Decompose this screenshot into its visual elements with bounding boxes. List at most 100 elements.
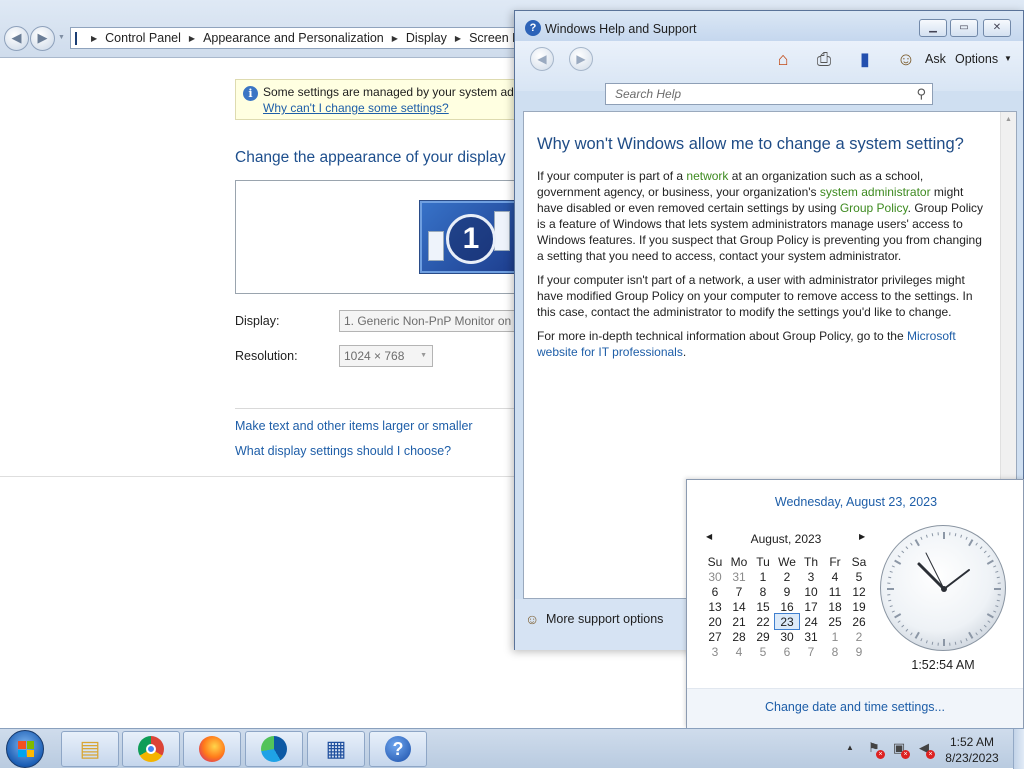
calendar-day[interactable]: 6 <box>775 644 799 659</box>
ask-icon[interactable]: ☺ <box>894 47 918 71</box>
home-icon[interactable]: ⌂ <box>771 47 795 71</box>
monitor-preview[interactable]: 1 <box>420 201 520 273</box>
maximize-button[interactable]: ▭ <box>950 19 978 37</box>
control-panel-taskbar-button[interactable]: ▦ <box>307 731 365 767</box>
calendar-day[interactable]: 31 <box>727 569 751 584</box>
chevron-left-icon[interactable]: ◀ <box>706 532 712 541</box>
forward-button[interactable]: ▶ <box>30 26 55 51</box>
close-button[interactable]: ✕ <box>983 19 1011 37</box>
calendar-flyout: Wednesday, August 23, 2023 ◀ August, 202… <box>686 479 1024 728</box>
start-button[interactable] <box>6 730 44 768</box>
show-hidden-icons-icon[interactable]: ▲ <box>846 743 854 752</box>
calendar-day[interactable]: 12 <box>847 584 871 599</box>
calendar-day[interactable]: 3 <box>799 569 823 584</box>
resolution-select[interactable]: 1024 × 768 ▼ <box>339 345 433 367</box>
search-icon[interactable]: ⚲ <box>916 86 926 102</box>
calendar-day[interactable]: 29 <box>751 629 775 644</box>
group-policy-glossary-link[interactable]: Group Policy <box>840 201 908 215</box>
calendar-day[interactable]: 14 <box>727 599 751 614</box>
calendar-day[interactable]: 25 <box>823 614 847 629</box>
calendar-day[interactable]: 7 <box>799 644 823 659</box>
more-support-button[interactable]: More support options <box>546 612 663 626</box>
scroll-up-icon[interactable]: ▲ <box>1005 116 1012 123</box>
calendar-grid: SuMoTuWeThFrSa 3031123456789101112131415… <box>703 554 871 659</box>
calendar-day[interactable]: 13 <box>703 599 727 614</box>
calendar-day[interactable]: 19 <box>847 599 871 614</box>
calendar-day[interactable]: 2 <box>847 629 871 644</box>
help-taskbar-button[interactable]: ? <box>369 731 427 767</box>
chevron-right-icon[interactable]: ▶ <box>455 34 461 43</box>
recent-pages-icon[interactable]: ▼ <box>58 34 65 41</box>
display-settings-help-link[interactable]: What display settings should I choose? <box>235 444 451 458</box>
calendar-day[interactable]: 10 <box>799 584 823 599</box>
calendar-day[interactable]: 21 <box>727 614 751 629</box>
change-date-time-link[interactable]: Change date and time settings... <box>687 700 1023 714</box>
calendar-day[interactable]: 23 <box>775 614 799 629</box>
breadcrumb[interactable]: ▶ Control Panel ▶ Appearance and Persona… <box>70 27 530 49</box>
back-button[interactable]: ◀ <box>530 47 554 71</box>
print-icon[interactable]: ⎙ <box>812 47 836 71</box>
calendar-day[interactable]: 22 <box>751 614 775 629</box>
calendar-day[interactable]: 9 <box>847 644 871 659</box>
network-icon[interactable]: ▣× <box>891 740 907 756</box>
sysadmin-glossary-link[interactable]: system administrator <box>820 185 931 199</box>
back-button[interactable]: ◀ <box>4 26 29 51</box>
chevron-right-icon[interactable]: ▶ <box>91 34 97 43</box>
network-glossary-link[interactable]: network <box>686 169 728 183</box>
calendar-day[interactable]: 15 <box>751 599 775 614</box>
display-select[interactable]: 1. Generic Non-PnP Monitor on <box>339 310 525 332</box>
text-size-link[interactable]: Make text and other items larger or smal… <box>235 419 473 433</box>
calendar-day[interactable]: 26 <box>847 614 871 629</box>
calendar-day[interactable]: 18 <box>823 599 847 614</box>
calendar-day[interactable]: 31 <box>799 629 823 644</box>
calendar-month-title[interactable]: August, 2023 <box>726 532 846 546</box>
calendar-day[interactable]: 4 <box>823 569 847 584</box>
chevron-right-icon[interactable]: ▶ <box>392 34 398 43</box>
calendar-day[interactable]: 5 <box>847 569 871 584</box>
long-date-link[interactable]: Wednesday, August 23, 2023 <box>687 495 1024 509</box>
breadcrumb-appearance[interactable]: Appearance and Personalization <box>203 31 384 45</box>
forward-button[interactable]: ▶ <box>569 47 593 71</box>
why-cant-change-link[interactable]: Why can't I change some settings? <box>263 101 524 115</box>
clock-button[interactable]: 1:52 AM 8/23/2023 <box>940 734 1004 766</box>
calendar-day[interactable]: 8 <box>823 644 847 659</box>
file-explorer-taskbar-button[interactable]: ▤ <box>61 731 119 767</box>
calendar-day[interactable]: 30 <box>775 629 799 644</box>
minimize-button[interactable]: ▁ <box>919 19 947 37</box>
calendar-day[interactable]: 16 <box>775 599 799 614</box>
chevron-down-icon[interactable]: ▼ <box>1004 54 1012 63</box>
calendar-day[interactable]: 24 <box>799 614 823 629</box>
search-input[interactable]: Search Help ⚲ <box>605 83 933 105</box>
edge-taskbar-button[interactable] <box>245 731 303 767</box>
calendar-day[interactable]: 1 <box>823 629 847 644</box>
title-bar[interactable]: ? Windows Help and Support ▁ ▭ ✕ <box>515 11 1023 41</box>
calendar-day[interactable]: 1 <box>751 569 775 584</box>
ask-button[interactable]: Ask <box>925 52 946 66</box>
breadcrumb-control-panel[interactable]: Control Panel <box>105 31 181 45</box>
calendar-day[interactable]: 8 <box>751 584 775 599</box>
browse-help-icon[interactable]: ▮ <box>853 47 877 71</box>
calendar-day[interactable]: 27 <box>703 629 727 644</box>
chevron-right-icon[interactable]: ▶ <box>859 532 865 541</box>
action-center-icon[interactable]: ⚑× <box>866 740 882 756</box>
calendar-day[interactable]: 20 <box>703 614 727 629</box>
calendar-day[interactable]: 30 <box>703 569 727 584</box>
calendar-day[interactable]: 11 <box>823 584 847 599</box>
show-desktop-button[interactable] <box>1013 729 1024 769</box>
calendar-day[interactable]: 7 <box>727 584 751 599</box>
calendar-day[interactable]: 28 <box>727 629 751 644</box>
chrome-taskbar-button[interactable] <box>122 731 180 767</box>
options-button[interactable]: Options <box>955 52 998 66</box>
chevron-right-icon[interactable]: ▶ <box>189 34 195 43</box>
search-placeholder: Search Help <box>615 87 681 101</box>
calendar-day[interactable]: 2 <box>775 569 799 584</box>
calendar-day[interactable]: 9 <box>775 584 799 599</box>
breadcrumb-display[interactable]: Display <box>406 31 447 45</box>
calendar-day[interactable]: 5 <box>751 644 775 659</box>
calendar-day[interactable]: 4 <box>727 644 751 659</box>
calendar-day[interactable]: 6 <box>703 584 727 599</box>
volume-icon[interactable]: ◀× <box>916 740 932 756</box>
firefox-taskbar-button[interactable] <box>183 731 241 767</box>
calendar-day[interactable]: 3 <box>703 644 727 659</box>
calendar-day[interactable]: 17 <box>799 599 823 614</box>
